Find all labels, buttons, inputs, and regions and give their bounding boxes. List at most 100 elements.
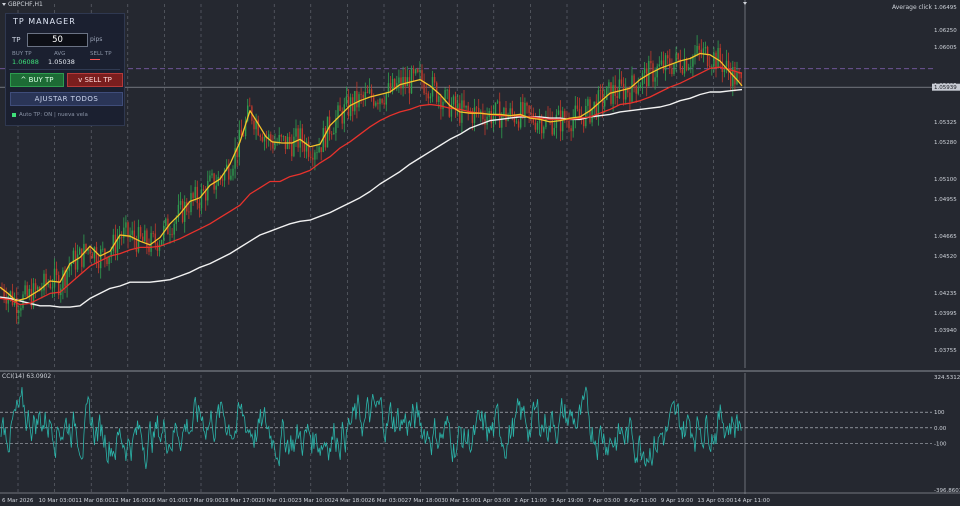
candle-body <box>448 89 450 117</box>
candle-body <box>475 107 478 109</box>
candle-body <box>121 236 123 238</box>
candle-body <box>97 263 100 269</box>
candle-body <box>41 290 43 292</box>
candle-body <box>415 69 417 74</box>
price-chart[interactable]: 1.064951.062501.060051.056251.053251.052… <box>0 0 960 506</box>
candle-body <box>574 105 576 119</box>
candle-body <box>692 56 694 67</box>
candle-body <box>100 249 102 269</box>
candle-body <box>618 79 621 99</box>
candle-body <box>318 147 320 153</box>
candle-body <box>543 127 545 134</box>
candle-body <box>295 128 297 137</box>
price-scale-label: 1.04665 <box>934 234 957 240</box>
candle-body <box>459 103 461 123</box>
shift-marker-icon[interactable] <box>743 2 747 5</box>
candle-body <box>706 46 709 67</box>
candle-body <box>93 247 96 259</box>
candle-body <box>551 118 553 135</box>
candle-body <box>43 273 45 291</box>
candle-body <box>486 116 488 125</box>
candle-body <box>536 123 539 130</box>
candle-body <box>135 239 138 252</box>
dropdown-triangle-icon[interactable] <box>2 3 6 6</box>
candle-body <box>211 173 213 176</box>
time-axis-label: 20 Mar 01:00 <box>258 498 295 504</box>
candle-body <box>490 110 492 124</box>
candle-body <box>454 96 457 109</box>
candle-body <box>736 72 738 85</box>
candle-body <box>242 135 245 137</box>
sell-tp-button[interactable]: v SELL TP <box>67 73 123 87</box>
candle-body <box>685 59 688 71</box>
candle-body <box>671 68 673 75</box>
candle-body <box>289 136 291 144</box>
candle-body <box>51 287 54 289</box>
candle-body <box>194 186 196 198</box>
candle-body <box>70 263 72 267</box>
candle-body <box>664 55 667 71</box>
candle-body <box>345 96 348 105</box>
tp-label: TP <box>12 36 21 44</box>
candle-body <box>387 83 390 93</box>
candle-body <box>385 92 387 105</box>
candle-body <box>585 105 587 127</box>
time-axis-label: 23 Mar 10:00 <box>295 498 332 504</box>
tp-pips-input[interactable]: 50 <box>27 33 88 47</box>
candle-body <box>303 143 306 152</box>
candle-body <box>656 66 658 78</box>
candle-body <box>49 283 51 289</box>
candle-body <box>171 233 173 235</box>
price-scale-label: 1.06250 <box>934 28 957 34</box>
candle-body <box>249 105 251 107</box>
candle-body <box>202 189 205 191</box>
panel-divider <box>9 69 120 70</box>
candle-body <box>578 108 581 117</box>
price-scale-label: 1.04520 <box>934 254 957 260</box>
candle-body <box>496 101 499 103</box>
time-axis-label: 18 Mar 17:00 <box>222 498 259 504</box>
candle-body <box>643 68 646 74</box>
buy-tp-button[interactable]: ^ BUY TP <box>10 73 64 87</box>
candle-body <box>494 102 497 116</box>
candle-body <box>381 98 383 103</box>
candle-body <box>446 89 448 91</box>
candle-body <box>125 222 127 228</box>
time-axis-label: 1 Apr 03:00 <box>478 498 511 504</box>
candle-body <box>717 47 719 69</box>
candle-body <box>620 79 623 84</box>
candle-body <box>83 243 85 267</box>
candle-body <box>425 93 427 95</box>
candle-body <box>217 176 219 186</box>
time-axis-label: 9 Apr 19:00 <box>661 498 694 504</box>
candle-body <box>81 248 83 267</box>
time-axis-label: 8 Apr 11:00 <box>624 498 657 504</box>
candle-body <box>291 143 293 157</box>
candle-body <box>635 85 637 94</box>
price-scale-label: 1.03940 <box>934 328 957 334</box>
candle-body <box>200 189 203 209</box>
candle-body <box>375 102 377 106</box>
candle-body <box>221 179 224 181</box>
status-dot-icon <box>12 112 16 117</box>
candle-body <box>377 102 379 105</box>
candle-body <box>417 69 419 72</box>
candle-body <box>253 120 255 130</box>
cci-scale-label: -396.8601 <box>934 488 960 494</box>
candle-body <box>452 96 455 105</box>
candle-body <box>32 283 35 307</box>
candle-body <box>457 103 459 109</box>
candle-body <box>316 152 318 153</box>
candle-body <box>725 60 728 67</box>
candle-body <box>654 77 656 82</box>
candle-body <box>688 67 690 71</box>
candle-body <box>704 46 707 49</box>
candle-body <box>658 64 660 67</box>
time-axis-label: 3 Apr 19:00 <box>551 498 584 504</box>
candle-body <box>232 168 234 176</box>
average-click-label[interactable]: Average click <box>892 4 932 11</box>
candle-body <box>37 286 39 290</box>
candle-body <box>179 201 182 205</box>
price-scale-label: 1.06495 <box>934 5 957 11</box>
adjust-all-button[interactable]: AJUSTAR TODOS <box>10 92 123 106</box>
